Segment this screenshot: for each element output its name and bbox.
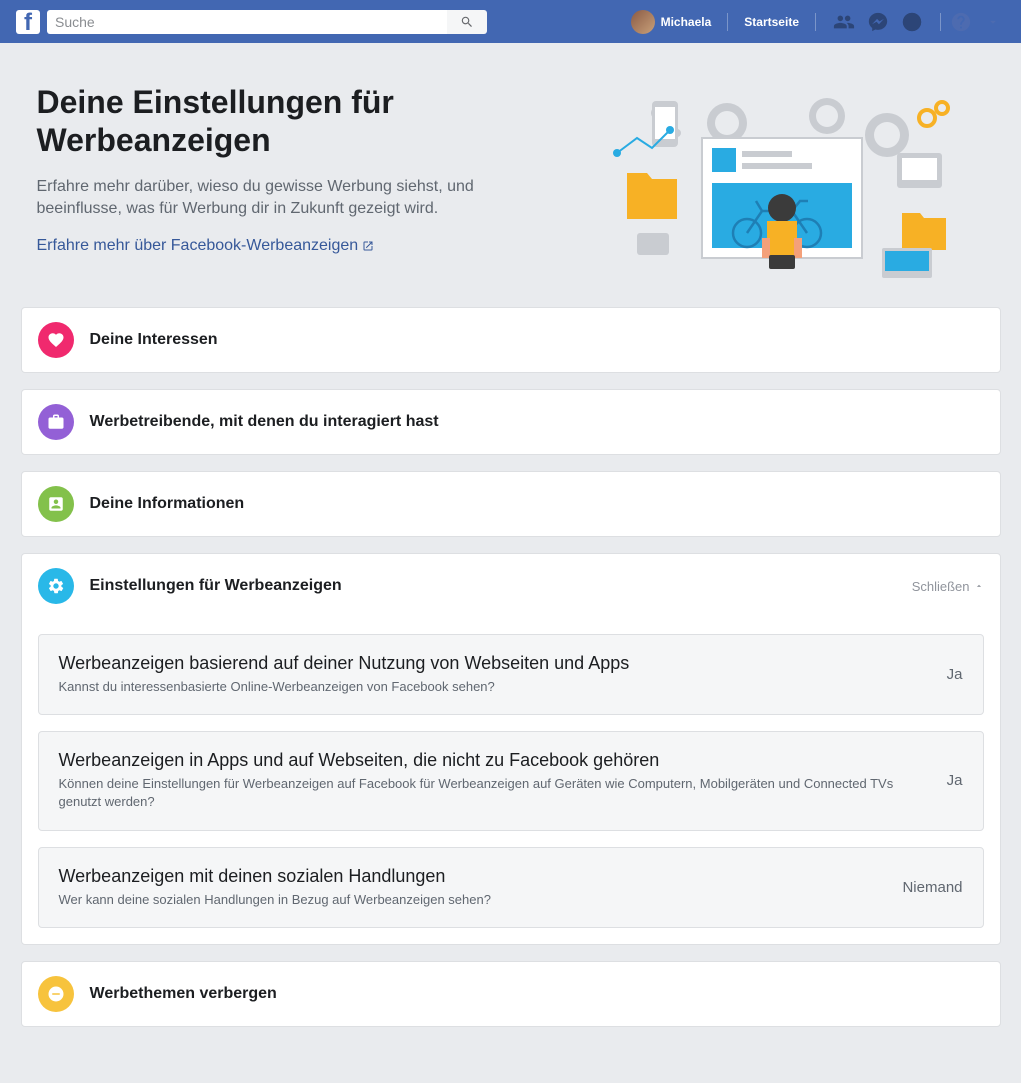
friend-requests-icon[interactable]: [832, 10, 856, 34]
page-subtitle: Erfahre mehr darüber, wieso du gewisse W…: [37, 176, 557, 221]
section-hide-topics: Werbethemen verbergen: [21, 961, 1001, 1027]
search-icon: [460, 15, 474, 29]
setting-title: Werbeanzeigen basierend auf deiner Nutzu…: [59, 653, 927, 674]
section-interests: Deine Interessen: [21, 307, 1001, 373]
setting-desc: Wer kann deine sozialen Handlungen in Be…: [59, 891, 883, 909]
collapse-toggle[interactable]: Schließen: [912, 579, 984, 594]
close-label: Schließen: [912, 579, 970, 594]
search-button[interactable]: [447, 10, 487, 34]
navbar-right: Michaela Startseite: [623, 10, 1005, 34]
chevron-up-icon: [974, 581, 984, 591]
search-wrap: [47, 10, 487, 34]
section-title: Deine Informationen: [90, 495, 984, 513]
setting-value: Niemand: [902, 879, 962, 896]
section-header-interests[interactable]: Deine Interessen: [22, 308, 1000, 372]
learn-more-link[interactable]: Erfahre mehr über Facebook-Werbeanzeigen: [37, 237, 375, 255]
section-title: Einstellungen für Werbeanzeigen: [90, 577, 896, 595]
hero-section: Deine Einstellungen für Werbeanzeigen Er…: [21, 59, 1001, 307]
section-title: Werbethemen verbergen: [90, 985, 984, 1003]
top-navbar: f Michaela Startseite: [0, 0, 1021, 43]
setting-desc: Können deine Einstellungen für Werbeanze…: [59, 775, 927, 811]
section-header-advertisers[interactable]: Werbetreibende, mit denen du interagiert…: [22, 390, 1000, 454]
home-link[interactable]: Startseite: [736, 15, 807, 29]
help-icon[interactable]: [949, 10, 973, 34]
divider: [940, 13, 941, 31]
setting-value: Ja: [947, 666, 963, 683]
profile-square-icon: [38, 486, 74, 522]
learn-more-text: Erfahre mehr über Facebook-Werbeanzeigen: [37, 237, 359, 255]
briefcase-icon: [38, 404, 74, 440]
external-link-icon: [362, 240, 374, 252]
page-title: Deine Einstellungen für Werbeanzeigen: [37, 83, 557, 160]
section-your-info: Deine Informationen: [21, 471, 1001, 537]
divider: [727, 13, 728, 31]
account-menu-caret[interactable]: [981, 10, 1005, 34]
section-title: Werbetreibende, mit denen du interagiert…: [90, 413, 984, 431]
section-header-ad-settings[interactable]: Einstellungen für Werbeanzeigen Schließe…: [22, 554, 1000, 618]
setting-value: Ja: [947, 772, 963, 789]
section-advertisers: Werbetreibende, mit denen du interagiert…: [21, 389, 1001, 455]
setting-title: Werbeanzeigen mit deinen sozialen Handlu…: [59, 866, 883, 887]
search-input[interactable]: [47, 10, 447, 34]
notifications-icon[interactable]: [900, 10, 924, 34]
divider: [815, 13, 816, 31]
user-name: Michaela: [661, 15, 712, 29]
navbar-user[interactable]: Michaela: [623, 10, 720, 34]
gear-icon: [38, 568, 74, 604]
setting-row-offsite-ads[interactable]: Werbeanzeigen in Apps und auf Webseiten,…: [38, 731, 984, 830]
messenger-icon[interactable]: [866, 10, 890, 34]
facebook-logo[interactable]: f: [16, 10, 40, 34]
setting-desc: Kannst du interessenbasierte Online-Werb…: [59, 678, 927, 696]
settings-body: Werbeanzeigen basierend auf deiner Nutzu…: [22, 634, 1000, 944]
setting-title: Werbeanzeigen in Apps und auf Webseiten,…: [59, 750, 927, 771]
avatar: [631, 10, 655, 34]
minus-circle-icon: [38, 976, 74, 1012]
section-header-hide-topics[interactable]: Werbethemen verbergen: [22, 962, 1000, 1026]
hero-illustration: [597, 83, 957, 283]
heart-icon: [38, 322, 74, 358]
setting-row-websites-apps[interactable]: Werbeanzeigen basierend auf deiner Nutzu…: [38, 634, 984, 715]
section-ad-settings: Einstellungen für Werbeanzeigen Schließe…: [21, 553, 1001, 945]
section-header-your-info[interactable]: Deine Informationen: [22, 472, 1000, 536]
setting-row-social-actions[interactable]: Werbeanzeigen mit deinen sozialen Handlu…: [38, 847, 984, 928]
section-title: Deine Interessen: [90, 331, 984, 349]
